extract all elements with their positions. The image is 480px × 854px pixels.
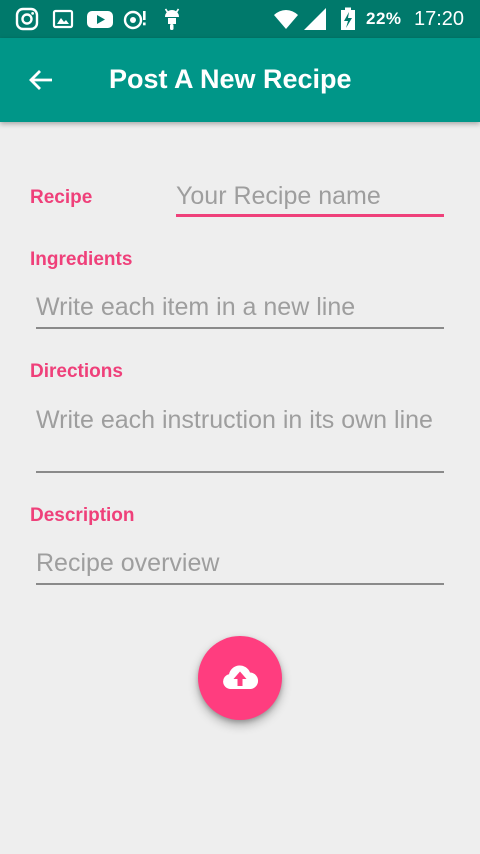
description-underline (36, 583, 444, 585)
arrow-back-icon (29, 70, 52, 90)
recipe-name-input[interactable] (176, 180, 444, 212)
description-label: Description (30, 505, 135, 526)
page-title: Post A New Recipe (109, 64, 352, 94)
wifi-icon (272, 7, 300, 31)
instagram-icon (15, 7, 39, 31)
app-bar: Post A New Recipe (0, 38, 480, 122)
youtube-icon (86, 7, 114, 31)
directions-input[interactable] (36, 404, 444, 468)
directions-underline (36, 471, 444, 473)
cloud-upload-icon (223, 665, 259, 689)
ingredients-label: Ingredients (30, 249, 133, 270)
directions-label: Directions (30, 361, 123, 382)
status-time: 17:20 (414, 8, 465, 30)
description-input[interactable] (36, 547, 444, 579)
upload-recipe-button[interactable] (198, 636, 282, 720)
battery-percentage: 22% (366, 9, 402, 28)
hotspot-icon (122, 7, 150, 31)
back-button[interactable] (20, 60, 64, 100)
android-icon (160, 7, 184, 31)
gallery-icon (51, 7, 75, 31)
signal-icon (302, 7, 328, 31)
battery-charging-icon (338, 7, 358, 31)
recipe-label: Recipe (30, 187, 93, 208)
ingredients-underline (36, 327, 444, 329)
status-bar: 22% 17:20 (0, 0, 480, 38)
ingredients-input[interactable] (36, 291, 444, 323)
recipe-name-underline (176, 214, 444, 217)
